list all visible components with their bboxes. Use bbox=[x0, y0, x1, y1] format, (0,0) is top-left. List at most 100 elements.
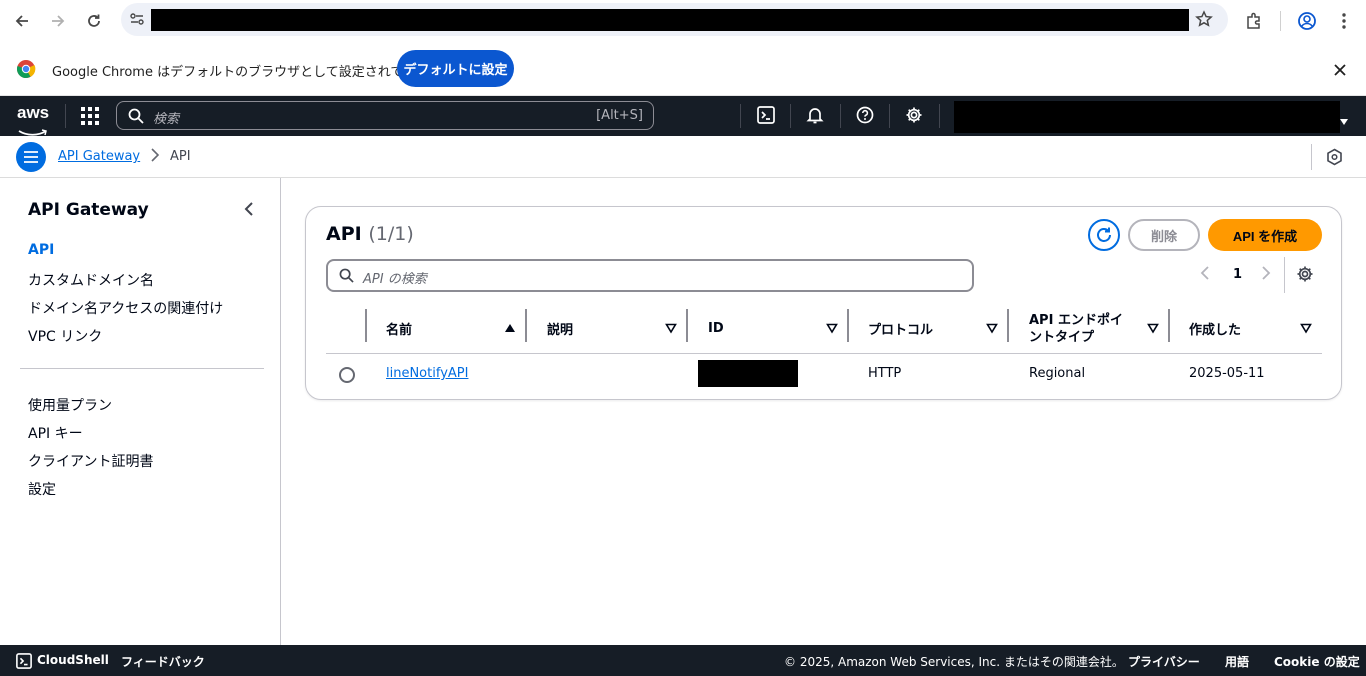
pager-divider bbox=[1284, 257, 1285, 293]
sidebar: API Gateway API カスタムドメイン名 ドメイン名アクセスの関連付け… bbox=[0, 178, 281, 645]
sidebar-item-vpc-link[interactable]: VPC リンク bbox=[28, 326, 102, 346]
footer: CloudShell フィードバック © 2025, Amazon Web Se… bbox=[0, 645, 1366, 676]
caret-down-icon[interactable] bbox=[1340, 111, 1348, 130]
search-icon bbox=[128, 108, 144, 128]
extensions-icon[interactable] bbox=[1242, 9, 1266, 33]
nav-divider bbox=[790, 104, 791, 128]
feedback-link[interactable]: フィードバック bbox=[121, 653, 205, 670]
set-default-button[interactable]: デフォルトに設定 bbox=[397, 50, 514, 87]
copyright-text: © 2025, Amazon Web Services, Inc. またはその関… bbox=[784, 655, 1124, 669]
sidebar-item-api-keys[interactable]: API キー bbox=[28, 423, 83, 443]
column-header-endpoint-type[interactable]: API エンドポイ ントタイプ bbox=[1029, 303, 1169, 354]
api-table-container: API (1/1) 削除 API を作成 API の検索 1 名前 説明 ID … bbox=[305, 206, 1342, 400]
sidebar-title[interactable]: API Gateway bbox=[28, 200, 149, 220]
help-panel-icon[interactable] bbox=[1326, 148, 1343, 170]
column-header-label: プロトコル bbox=[868, 323, 934, 338]
infobar-message: Google Chrome はデフォルトのブラウザとして設定されていません bbox=[52, 65, 455, 80]
refresh-icon bbox=[1097, 227, 1111, 242]
refresh-button[interactable] bbox=[1088, 219, 1120, 251]
breadcrumb-bar: API Gateway API bbox=[0, 136, 1366, 178]
search-input[interactable]: 検索 [Alt+S] bbox=[116, 101, 654, 130]
row-select-radio[interactable] bbox=[339, 367, 355, 383]
column-header-label: ID bbox=[708, 321, 724, 336]
search-placeholder: 検索 bbox=[153, 112, 180, 127]
nav-divider bbox=[740, 104, 741, 128]
reload-icon[interactable] bbox=[82, 9, 106, 33]
sort-icon bbox=[1147, 323, 1159, 334]
cookie-settings-link[interactable]: Cookie の設定 bbox=[1274, 653, 1360, 670]
breadcrumb-api-gateway[interactable]: API Gateway bbox=[58, 149, 140, 164]
menu-button[interactable] bbox=[16, 142, 46, 172]
item-count: (1/1) bbox=[368, 223, 414, 245]
api-name-link[interactable]: lineNotifyAPI bbox=[386, 366, 468, 381]
column-divider bbox=[365, 309, 367, 342]
column-header-label-line: API エンドポイ bbox=[1029, 312, 1123, 328]
collapse-sidebar-icon[interactable] bbox=[244, 201, 254, 221]
api-search-input[interactable]: API の検索 bbox=[326, 259, 974, 292]
breadcrumb-current: API bbox=[170, 149, 191, 164]
column-header-label: API エンドポイ ントタイプ bbox=[1029, 312, 1123, 346]
nav-divider bbox=[840, 104, 841, 128]
profile-icon[interactable] bbox=[1295, 9, 1319, 33]
table-row: lineNotifyAPI HTTP Regional 2025-05-11 bbox=[326, 354, 1322, 394]
services-grid-icon[interactable] bbox=[81, 107, 99, 129]
api-protocol: HTTP bbox=[868, 366, 902, 381]
table-header: 名前 説明 ID プロトコル API エンドポイ ントタイプ 作成した bbox=[326, 303, 1322, 354]
account-menu-redacted[interactable] bbox=[954, 101, 1340, 133]
nav-divider bbox=[939, 104, 940, 128]
delete-button[interactable]: 削除 bbox=[1128, 219, 1200, 251]
nav-divider bbox=[65, 104, 66, 128]
column-header-protocol[interactable]: プロトコル bbox=[868, 303, 1008, 354]
column-header-name[interactable]: 名前 bbox=[386, 303, 526, 354]
sort-icon bbox=[826, 323, 838, 334]
sidebar-item-domain-access[interactable]: ドメイン名アクセスの関連付け bbox=[28, 298, 223, 318]
column-divider bbox=[1007, 309, 1009, 342]
create-api-button[interactable]: API を作成 bbox=[1208, 219, 1322, 251]
column-header-created[interactable]: 作成した bbox=[1189, 303, 1322, 354]
api-id-redacted bbox=[698, 360, 798, 387]
column-divider bbox=[525, 309, 527, 342]
sidebar-item-api[interactable]: API bbox=[28, 242, 54, 258]
page-number[interactable]: 1 bbox=[1233, 267, 1242, 282]
column-header-id[interactable]: ID bbox=[708, 303, 848, 354]
close-icon[interactable] bbox=[1333, 62, 1347, 81]
cloudshell-link[interactable]: CloudShell bbox=[37, 653, 109, 667]
chrome-logo-icon bbox=[16, 59, 36, 83]
help-icon[interactable] bbox=[854, 104, 876, 126]
chevron-left-icon[interactable] bbox=[1200, 265, 1210, 285]
gear-icon[interactable] bbox=[903, 104, 925, 126]
url-text-redacted bbox=[151, 9, 1189, 31]
site-info-icon[interactable] bbox=[129, 11, 145, 31]
chrome-menu-icon[interactable] bbox=[1332, 9, 1356, 33]
sidebar-divider bbox=[20, 368, 264, 369]
search-shortcut: [Alt+S] bbox=[596, 108, 643, 123]
column-header-label: 名前 bbox=[386, 323, 413, 338]
sidebar-item-settings[interactable]: 設定 bbox=[28, 479, 56, 499]
sidebar-item-client-certs[interactable]: クライアント証明書 bbox=[28, 451, 153, 471]
chevron-right-icon bbox=[150, 148, 160, 166]
back-icon[interactable] bbox=[10, 9, 34, 33]
column-header-label: 作成した bbox=[1189, 323, 1242, 338]
sidebar-item-custom-domain[interactable]: カスタムドメイン名 bbox=[28, 270, 154, 290]
aws-top-nav: aws 検索 [Alt+S] bbox=[0, 96, 1366, 136]
aws-logo[interactable]: aws bbox=[17, 103, 49, 123]
privacy-link[interactable]: プライバシー bbox=[1128, 653, 1200, 670]
panel-title-text: API bbox=[326, 223, 362, 245]
forward-icon[interactable] bbox=[46, 9, 70, 33]
column-divider bbox=[686, 309, 688, 342]
preferences-gear-icon[interactable] bbox=[1296, 265, 1316, 285]
toolbar-divider bbox=[1280, 11, 1281, 31]
terms-link[interactable]: 用語 bbox=[1225, 653, 1249, 670]
cloudshell-icon[interactable] bbox=[755, 104, 777, 126]
chevron-right-icon[interactable] bbox=[1261, 265, 1271, 285]
nav-divider bbox=[889, 104, 890, 128]
cloudshell-icon[interactable] bbox=[16, 653, 32, 672]
browser-toolbar bbox=[0, 0, 1366, 42]
sort-ascending-icon bbox=[505, 324, 515, 332]
address-bar[interactable] bbox=[121, 3, 1228, 36]
bell-icon[interactable] bbox=[804, 104, 826, 126]
column-header-description[interactable]: 説明 bbox=[547, 303, 687, 354]
sidebar-item-usage-plans[interactable]: 使用量プラン bbox=[28, 395, 112, 415]
divider bbox=[1311, 144, 1312, 170]
bookmark-star-icon[interactable] bbox=[1195, 10, 1213, 32]
